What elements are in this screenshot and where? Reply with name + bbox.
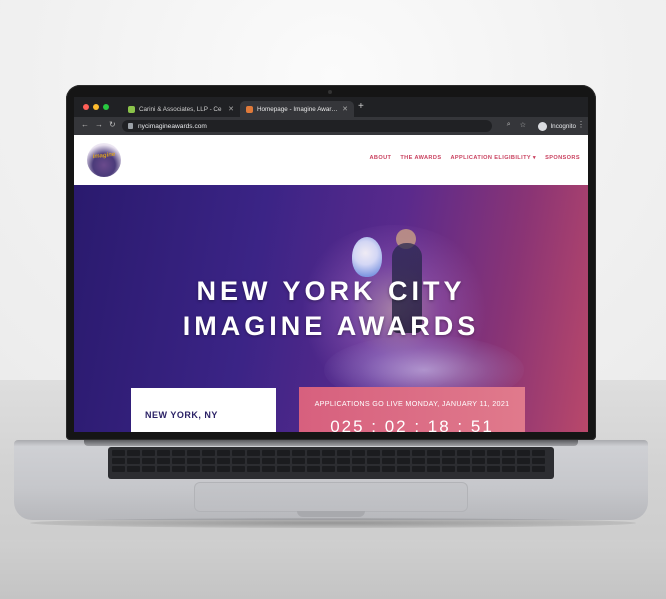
star-icon[interactable]: ☆: [520, 121, 526, 129]
close-tab-icon[interactable]: ✕: [228, 105, 234, 113]
favicon-icon: [128, 105, 135, 113]
maximize-window-button[interactable]: [103, 104, 109, 110]
browser-toolbar: ← → ↻ nycimagineawards.com ⌕ ☆ Incognito…: [74, 117, 588, 135]
site-nav: ABOUT THE AWARDS APPLICATION ELIGIBILITY…: [369, 155, 580, 161]
countdown-label: APPLICATIONS GO LIVE MONDAY, JANUARY 11,…: [314, 399, 510, 408]
key-row: [112, 450, 545, 456]
favicon-icon: [246, 105, 253, 113]
address-bar[interactable]: nycimagineawards.com: [122, 120, 492, 132]
laptop-base: [14, 440, 648, 520]
site-header: imagine ABOUT THE AWARDS APPLICATION ELI…: [74, 135, 588, 185]
desk-edge: [0, 540, 666, 599]
new-tab-button[interactable]: +: [358, 101, 364, 112]
hero-title-line1: NEW YORK CITY: [196, 276, 466, 306]
forward-arrow-icon[interactable]: →: [95, 120, 103, 129]
close-window-button[interactable]: [83, 104, 89, 110]
keyboard: [108, 447, 554, 479]
incognito-indicator[interactable]: Incognito: [538, 120, 576, 132]
incognito-label: Incognito: [550, 122, 576, 130]
laptop-lip: [297, 511, 365, 517]
browser-tab-carini[interactable]: Carini & Associates, LLP - Ce ✕: [122, 101, 240, 117]
trackpad: [194, 482, 468, 512]
tab-title: Carini & Associates, LLP - Ce: [139, 105, 222, 113]
minimize-window-button[interactable]: [93, 104, 99, 110]
laptop-shadow: [30, 518, 636, 528]
nav-about[interactable]: ABOUT: [369, 155, 391, 161]
location-text: NEW YORK, NY: [145, 410, 218, 420]
incognito-icon: [538, 121, 548, 131]
url-text: nycimagineawards.com: [138, 122, 207, 130]
webcam: [328, 90, 332, 94]
key-row: [112, 466, 545, 472]
nav-sponsors[interactable]: SPONSORS: [545, 155, 580, 161]
light-bulb-image: [352, 237, 382, 277]
laptop-hinge: [84, 440, 578, 446]
nav-the-awards[interactable]: THE AWARDS: [400, 155, 441, 161]
browser-tab-bar: Carini & Associates, LLP - Ce ✕ Homepage…: [74, 97, 588, 117]
nav-application-eligibility[interactable]: APPLICATION ELIGIBILITY ▾: [450, 155, 536, 161]
window-controls: [83, 104, 109, 110]
tab-title: Homepage - Imagine Awards N: [257, 105, 339, 113]
close-tab-icon[interactable]: ✕: [342, 105, 348, 113]
location-card: NEW YORK, NY: [131, 388, 276, 432]
browser-tab-homepage[interactable]: Homepage - Imagine Awards N ✕: [240, 101, 354, 117]
laptop-screen: Carini & Associates, LLP - Ce ✕ Homepage…: [74, 97, 588, 432]
hero-title-line2: IMAGINE AWARDS: [182, 311, 480, 341]
hero-banner: NEW YORK CITY IMAGINE AWARDS NEW YORK, N…: [74, 185, 588, 432]
reload-icon[interactable]: ↻: [109, 120, 116, 129]
back-arrow-icon[interactable]: ←: [81, 120, 89, 129]
lock-icon: [128, 123, 133, 129]
search-icon[interactable]: ⌕: [507, 121, 511, 129]
countdown-timer: 025 : 02 : 18 : 51: [330, 417, 494, 432]
key-row: [112, 458, 545, 464]
logo-text: imagine: [92, 151, 116, 161]
countdown-card: APPLICATIONS GO LIVE MONDAY, JANUARY 11,…: [299, 387, 525, 432]
browser-menu-icon[interactable]: ⋮: [577, 120, 585, 129]
site-logo[interactable]: imagine: [87, 143, 121, 177]
laptop-lid: Carini & Associates, LLP - Ce ✕ Homepage…: [66, 85, 596, 440]
